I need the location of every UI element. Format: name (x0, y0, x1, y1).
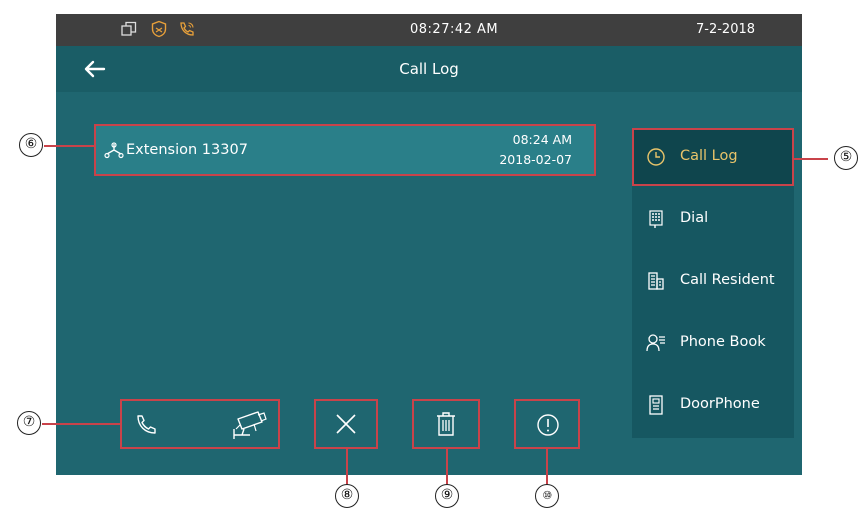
callout-7: ⑦ (17, 411, 41, 435)
sidebar-item-call-resident[interactable]: Call Resident (632, 252, 794, 310)
callout-line-6 (44, 145, 94, 147)
call-actions-group (120, 399, 280, 449)
contacts-icon (646, 334, 665, 352)
phone-icon[interactable] (134, 413, 158, 437)
clock-icon (647, 148, 665, 166)
delete-button[interactable] (412, 399, 480, 449)
callout-line-7 (42, 423, 120, 425)
cancel-button[interactable] (314, 399, 378, 449)
phone-call-icon (180, 22, 194, 36)
callout-line-5 (792, 158, 828, 160)
page: 08:27:42 AM 7-2-2018 Call Log Extension … (0, 0, 865, 511)
sidebar-item-label: Phone Book (680, 334, 766, 350)
callout-5: ⑤ (834, 146, 858, 170)
status-time: 08:27:42 AM (410, 22, 499, 37)
sidebar-item-doorphone[interactable]: DoorPhone (632, 376, 794, 434)
doorphone-icon (649, 395, 663, 415)
entry-name: Extension 13307 (126, 142, 248, 158)
status-date: 7-2-2018 (696, 22, 756, 37)
keypad-icon (649, 210, 663, 228)
sidebar-item-dial[interactable]: Dial (632, 190, 794, 248)
sidebar-item-label: Call Resident (680, 272, 775, 288)
camera-icon[interactable] (228, 409, 268, 441)
callout-line-8 (346, 449, 348, 485)
sidebar-item-label: Call Log (680, 148, 738, 164)
close-icon (336, 414, 356, 434)
title-bar: Call Log (56, 46, 802, 92)
call-log-entry[interactable]: Extension 13307 08:24 AM 2018-02-07 (94, 124, 596, 176)
info-button[interactable] (514, 399, 580, 449)
callout-line-9 (446, 449, 448, 485)
trash-icon (437, 412, 455, 436)
callout-9: ⑨ (435, 484, 459, 508)
sidebar-menu: Call Log Dial Call Resident Phone Book D… (632, 128, 794, 438)
building-icon (648, 272, 664, 290)
info-icon (537, 414, 559, 436)
phone-extension-icon (104, 142, 124, 159)
status-bar: 08:27:42 AM 7-2-2018 (56, 14, 802, 46)
entry-time: 08:24 AM (512, 132, 572, 147)
sidebar-item-phone-book[interactable]: Phone Book (632, 314, 794, 372)
page-title: Call Log (399, 60, 459, 78)
sidebar-item-call-log[interactable]: Call Log (632, 128, 794, 186)
callout-6: ⑥ (19, 133, 43, 157)
sidebar-item-label: DoorPhone (680, 396, 760, 412)
callout-8: ⑧ (335, 484, 359, 508)
device-screen: 08:27:42 AM 7-2-2018 Call Log Extension … (56, 14, 802, 475)
callout-10: ⑩ (535, 484, 559, 508)
callout-line-10 (546, 449, 548, 485)
window-icon (121, 21, 137, 36)
entry-date: 2018-02-07 (499, 152, 572, 167)
sidebar-item-label: Dial (680, 210, 709, 226)
shield-icon (151, 20, 167, 38)
